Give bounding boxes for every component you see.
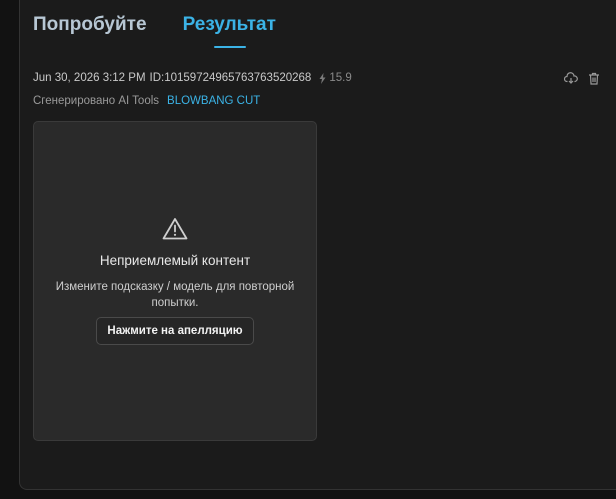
warning-icon (162, 218, 188, 240)
tab-try[interactable]: Попробуйте (33, 14, 147, 48)
credits-cost: 15.9 (319, 72, 352, 84)
result-meta: Jun 30, 2026 3:12 PM ID:1015972496576376… (33, 70, 600, 86)
result-id: ID:1015972496576376352026​8 (149, 72, 312, 84)
result-actions (564, 72, 600, 85)
tab-bar: Попробуйте Результат (33, 14, 276, 48)
lightning-icon (319, 72, 326, 84)
result-datetime: Jun 30, 2026 3:12 PM (33, 72, 146, 84)
generated-label: Сгенерировано AI Tools (33, 95, 160, 107)
appeal-button[interactable]: Нажмите на апелляцию (96, 317, 254, 345)
trash-icon[interactable] (588, 72, 600, 85)
result-panel: Попробуйте Результат Jun 30, 2026 3:12 P… (19, 0, 616, 490)
cloud-download-icon[interactable] (564, 72, 578, 84)
card-title: Неприемлемый контент (99, 253, 251, 268)
credits-value: 15.9 (329, 72, 352, 84)
generated-by: Сгенерировано AI Tools BLOWBANG CUT (33, 95, 260, 107)
model-link[interactable]: BLOWBANG CUT (167, 95, 260, 107)
result-card: Неприемлемый контент Измените подсказку … (33, 121, 317, 441)
tab-result[interactable]: Результат (183, 14, 276, 48)
card-description: Измените подсказку / модель для повторно… (55, 281, 295, 309)
